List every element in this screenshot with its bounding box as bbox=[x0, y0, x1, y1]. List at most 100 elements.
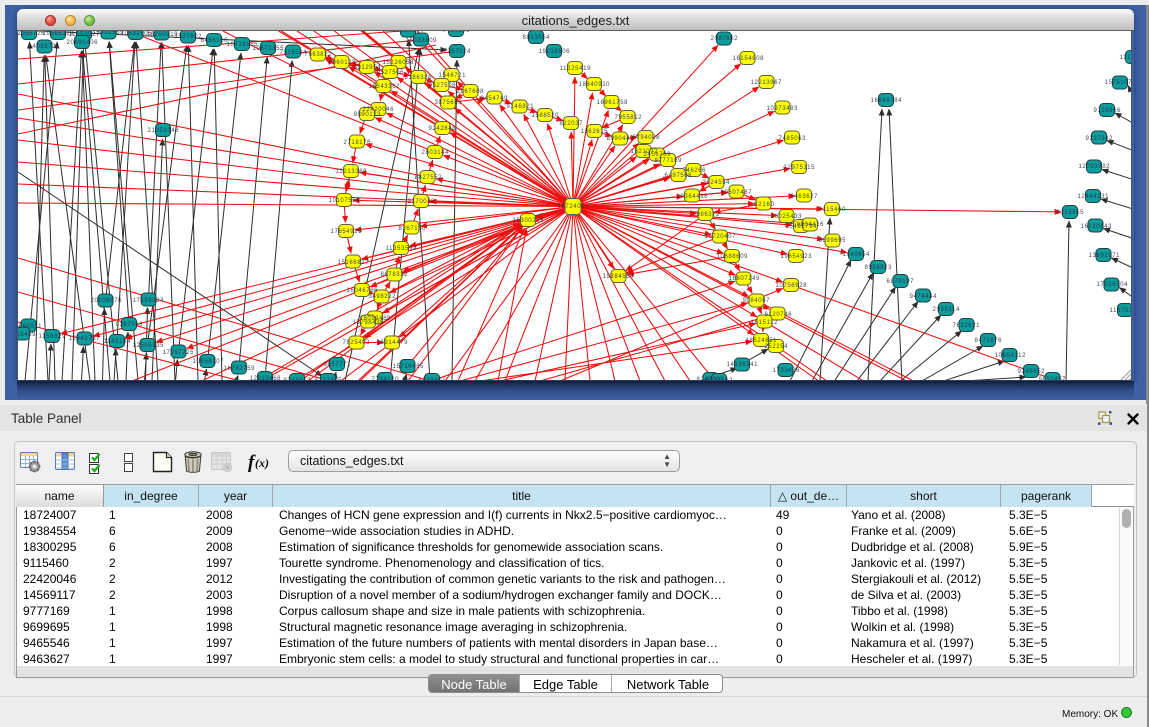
svg-text:7955812: 7955812 bbox=[615, 115, 643, 121]
svg-text:12213369: 12213369 bbox=[336, 169, 368, 175]
svg-text:14055721: 14055721 bbox=[29, 44, 61, 50]
svg-text:6120746: 6120746 bbox=[765, 312, 793, 318]
svg-text:9129966: 9129966 bbox=[1094, 108, 1122, 114]
svg-text:9474444: 9474444 bbox=[910, 294, 938, 300]
svg-text:16543362: 16543362 bbox=[369, 84, 401, 90]
svg-text:(x): (x) bbox=[255, 456, 269, 470]
svg-text:12055726: 12055726 bbox=[18, 31, 45, 37]
svg-text:1362615: 1362615 bbox=[581, 129, 609, 135]
svg-text:6794028: 6794028 bbox=[633, 135, 661, 141]
svg-text:12093582: 12093582 bbox=[1079, 164, 1111, 170]
svg-text:14136141: 14136141 bbox=[727, 362, 759, 368]
svg-text:12942737: 12942737 bbox=[69, 336, 101, 342]
svg-text:17654925: 17654925 bbox=[331, 229, 363, 235]
svg-text:1640954: 1640954 bbox=[843, 252, 871, 258]
svg-text:7986372: 7986372 bbox=[693, 212, 721, 218]
svg-text:3875685: 3875685 bbox=[435, 100, 463, 106]
svg-text:12975115: 12975115 bbox=[784, 165, 816, 171]
svg-text:20364436: 20364436 bbox=[677, 194, 709, 200]
svg-text:9245013: 9245013 bbox=[284, 378, 312, 381]
svg-text:9527508: 9527508 bbox=[429, 83, 457, 89]
svg-text:10025433: 10025433 bbox=[771, 214, 803, 220]
svg-text:10807487: 10807487 bbox=[721, 190, 753, 196]
svg-text:6879197: 6879197 bbox=[887, 279, 915, 285]
svg-text:6523401: 6523401 bbox=[419, 378, 447, 381]
svg-text:7734120: 7734120 bbox=[372, 377, 400, 381]
svg-text:19654923: 19654923 bbox=[781, 254, 813, 260]
svg-text:20206576: 20206576 bbox=[91, 298, 123, 304]
svg-text:3498222: 3498222 bbox=[369, 294, 397, 300]
svg-text:19218506: 19218506 bbox=[539, 49, 571, 55]
svg-text:9652457: 9652457 bbox=[1039, 377, 1067, 381]
svg-text:8427552: 8427552 bbox=[415, 175, 443, 181]
svg-text:10688609: 10688609 bbox=[717, 254, 749, 260]
svg-text:252254: 252254 bbox=[765, 344, 789, 350]
svg-text:12213967: 12213967 bbox=[751, 80, 783, 86]
svg-text:8990443: 8990443 bbox=[607, 136, 635, 142]
svg-text:9657771: 9657771 bbox=[324, 362, 352, 368]
svg-text:746266: 746266 bbox=[683, 168, 707, 174]
svg-text:2170048: 2170048 bbox=[408, 199, 436, 205]
svg-text:10958107: 10958107 bbox=[193, 359, 225, 365]
svg-text:9242848: 9242848 bbox=[429, 126, 457, 132]
svg-text:7515524: 7515524 bbox=[280, 50, 308, 56]
svg-text:1156829: 1156829 bbox=[39, 334, 67, 340]
svg-text:17016504: 17016504 bbox=[1097, 282, 1129, 288]
svg-text:3624554: 3624554 bbox=[703, 180, 731, 186]
svg-text:822037: 822037 bbox=[560, 121, 584, 127]
svg-text:2803144: 2803144 bbox=[422, 150, 450, 156]
svg-text:10107554: 10107554 bbox=[329, 198, 361, 204]
svg-text:18351604: 18351604 bbox=[393, 31, 425, 34]
svg-text:9115460: 9115460 bbox=[819, 207, 847, 213]
svg-text:8454749: 8454749 bbox=[481, 96, 509, 102]
svg-text:6699695: 6699695 bbox=[819, 238, 847, 244]
svg-text:16902569: 16902569 bbox=[93, 31, 125, 36]
svg-text:10756928: 10756928 bbox=[776, 283, 808, 289]
svg-text:1546721: 1546721 bbox=[439, 73, 467, 79]
svg-text:8960123: 8960123 bbox=[329, 60, 357, 66]
svg-text:18640910: 18640910 bbox=[579, 82, 611, 88]
svg-text:1588520: 1588520 bbox=[532, 113, 560, 119]
svg-text:9397566: 9397566 bbox=[116, 322, 144, 328]
svg-text:13692971: 13692971 bbox=[1089, 253, 1121, 259]
svg-text:17359924: 17359924 bbox=[133, 298, 165, 304]
svg-text:18250319: 18250319 bbox=[147, 32, 179, 38]
svg-text:9463627: 9463627 bbox=[791, 194, 819, 200]
svg-text:6466160: 6466160 bbox=[201, 38, 229, 44]
svg-text:8813054: 8813054 bbox=[523, 35, 551, 41]
svg-text:18807249: 18807249 bbox=[729, 276, 761, 282]
svg-text:7632621: 7632621 bbox=[953, 323, 981, 329]
svg-text:3915469: 3915469 bbox=[18, 332, 36, 338]
svg-text:9904416: 9904416 bbox=[797, 222, 825, 228]
svg-text:2935114: 2935114 bbox=[933, 307, 961, 313]
svg-text:17957225: 17957225 bbox=[163, 350, 195, 356]
svg-text:1850511: 1850511 bbox=[18, 324, 42, 330]
svg-text:16210643: 16210643 bbox=[1081, 224, 1113, 230]
svg-text:9890123: 9890123 bbox=[354, 112, 382, 118]
svg-text:9527506: 9527506 bbox=[377, 70, 405, 76]
svg-text:21053346: 21053346 bbox=[148, 128, 180, 134]
svg-text:9084067: 9084067 bbox=[743, 298, 771, 304]
svg-text:15300223: 15300223 bbox=[513, 218, 545, 224]
svg-text:8215955: 8215955 bbox=[1057, 210, 1085, 216]
svg-text:12505135: 12505135 bbox=[133, 343, 165, 349]
svg-text:16648784: 16648784 bbox=[871, 98, 903, 104]
svg-text:16961758: 16961758 bbox=[597, 100, 629, 106]
svg-text:1145194: 1145194 bbox=[104, 339, 132, 345]
svg-text:11325419: 11325419 bbox=[560, 66, 592, 72]
svg-text:10973493: 10973493 bbox=[767, 106, 799, 112]
svg-text:9777169: 9777169 bbox=[655, 158, 683, 164]
svg-text:12923468: 12923468 bbox=[250, 376, 282, 381]
svg-text:2087682: 2087682 bbox=[711, 36, 739, 42]
svg-text:20691406: 20691406 bbox=[67, 40, 99, 46]
svg-text:9146821: 9146821 bbox=[507, 104, 535, 110]
svg-text:8471676: 8471676 bbox=[975, 338, 1003, 344]
svg-text:15716485: 15716485 bbox=[393, 364, 425, 370]
svg-text:2718176: 2718176 bbox=[344, 140, 372, 146]
svg-text:11353594: 11353594 bbox=[386, 246, 418, 252]
svg-text:15798435: 15798435 bbox=[353, 320, 385, 326]
svg-text:19384554: 19384554 bbox=[603, 274, 635, 280]
svg-text:8678332: 8678332 bbox=[381, 272, 409, 278]
svg-text:16782759: 16782759 bbox=[224, 366, 256, 372]
svg-text:15166827: 15166827 bbox=[338, 260, 370, 266]
